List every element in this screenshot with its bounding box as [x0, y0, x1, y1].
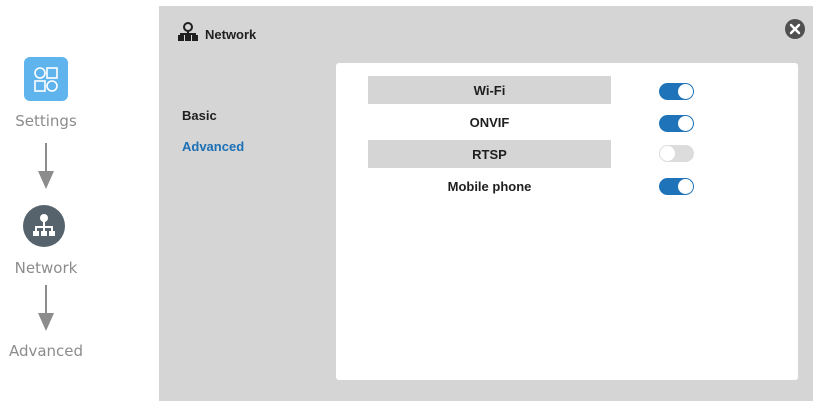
settings-content: Wi-Fi ONVIF RTSP Mobile phone: [336, 63, 798, 380]
network-icon: [177, 21, 199, 48]
setting-label: RTSP: [472, 146, 507, 162]
setting-row-rtsp: RTSP: [368, 140, 611, 168]
setting-row-wifi: Wi-Fi: [368, 76, 611, 104]
toggle-rtsp[interactable]: [659, 145, 694, 162]
nav-basic[interactable]: Basic: [182, 108, 217, 123]
toggle-mobile-phone[interactable]: [659, 178, 694, 195]
setting-row-onvif: ONVIF: [368, 108, 611, 136]
arrow-down-icon: [36, 285, 56, 338]
toggle-onvif[interactable]: [659, 115, 694, 132]
close-icon: [789, 23, 801, 35]
setting-label: Wi-Fi: [473, 82, 506, 98]
setting-row-mobile-phone: Mobile phone: [368, 172, 611, 200]
guide-column: Settings Network Advanced: [0, 0, 150, 401]
setting-label: Mobile phone: [447, 178, 532, 194]
guide-step-settings: Settings: [15, 112, 77, 130]
guide-step-network: Network: [14, 259, 78, 277]
guide-step-advanced: Advanced: [8, 342, 84, 360]
network-icon: [23, 205, 65, 247]
nav-advanced[interactable]: Advanced: [182, 139, 244, 154]
network-panel: Network Basic Advanced Wi-Fi ONVIF RTSP …: [159, 6, 813, 401]
arrow-down-icon: [36, 143, 56, 196]
toggle-wifi[interactable]: [659, 83, 694, 100]
settings-grid-icon: [24, 57, 68, 101]
setting-label: ONVIF: [469, 114, 510, 130]
close-button[interactable]: [785, 19, 805, 39]
panel-title: Network: [205, 26, 257, 42]
panel-header: Network: [177, 20, 256, 48]
